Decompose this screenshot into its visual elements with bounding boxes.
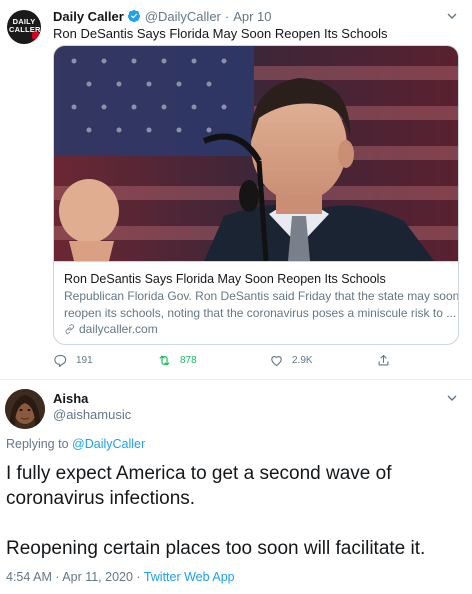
- card-image: [54, 46, 458, 261]
- card-domain-text: dailycaller.com: [79, 322, 158, 336]
- tweet-timestamp[interactable]: 4:54 AM · Apr 11, 2020 ·: [6, 570, 144, 584]
- daily-caller-avatar[interactable]: DAILY CALLER: [7, 10, 41, 44]
- original-tweet[interactable]: DAILY CALLER Daily Caller @DailyCaller ·…: [0, 0, 472, 380]
- tweet-actions: 191 878 2.9K: [53, 353, 433, 369]
- avatar-logo-dot: [32, 32, 39, 39]
- aisha-avatar[interactable]: [5, 389, 45, 429]
- tweet-date[interactable]: Apr 10: [233, 9, 271, 24]
- like-button[interactable]: 2.9K: [269, 353, 313, 368]
- reply-icon: [54, 354, 67, 367]
- reply-count: 191: [76, 355, 93, 366]
- share-button[interactable]: [376, 353, 399, 368]
- verified-badge-icon: [127, 9, 140, 23]
- share-icon: [378, 354, 389, 366]
- tweet-source[interactable]: Twitter Web App: [144, 570, 235, 584]
- retweet-icon: [159, 355, 170, 366]
- replying-to: Replying to @DailyCaller: [6, 437, 145, 451]
- replying-to-link[interactable]: @DailyCaller: [72, 437, 145, 451]
- chevron-down-icon[interactable]: [446, 10, 458, 22]
- avatar-photo: [5, 389, 45, 429]
- author-handle[interactable]: @aishamusic: [53, 407, 131, 422]
- card-title: Ron DeSantis Says Florida May Soon Reope…: [64, 272, 386, 286]
- retweet-count: 878: [180, 355, 197, 366]
- chevron-down-icon[interactable]: [446, 392, 458, 404]
- link-card[interactable]: Ron DeSantis Says Florida May Soon Reope…: [53, 45, 459, 345]
- author-name[interactable]: Aisha: [53, 391, 88, 406]
- tweet-text-line3: Reopening certain places too soon will f…: [6, 538, 426, 559]
- tweet-meta: 4:54 AM · Apr 11, 2020 · Twitter Web App: [6, 570, 235, 584]
- like-count: 2.9K: [292, 355, 313, 366]
- tweet-header: Daily Caller @DailyCaller · Apr 10: [53, 8, 272, 24]
- replying-prefix: Replying to: [6, 437, 69, 451]
- header-separator: ·: [224, 8, 230, 24]
- heart-icon: [271, 356, 282, 367]
- tweet-text-line2: coronavirus infections.: [6, 488, 196, 509]
- reply-button[interactable]: 191: [53, 353, 93, 368]
- tweet-text-line1: I fully expect America to get a second w…: [6, 463, 392, 484]
- tweet-text: Ron DeSantis Says Florida May Soon Reope…: [53, 26, 388, 41]
- card-body: Ron DeSantis Says Florida May Soon Reope…: [54, 261, 459, 344]
- link-icon: [65, 324, 74, 334]
- card-description-line2: reopen its schools, noting that the coro…: [64, 306, 457, 320]
- card-description-line1: Republican Florida Gov. Ron DeSantis sai…: [64, 289, 459, 303]
- author-handle[interactable]: @DailyCaller: [145, 9, 221, 24]
- author-name[interactable]: Daily Caller: [53, 9, 124, 24]
- card-domain: dailycaller.com: [64, 321, 458, 337]
- retweet-button[interactable]: 878: [157, 353, 197, 368]
